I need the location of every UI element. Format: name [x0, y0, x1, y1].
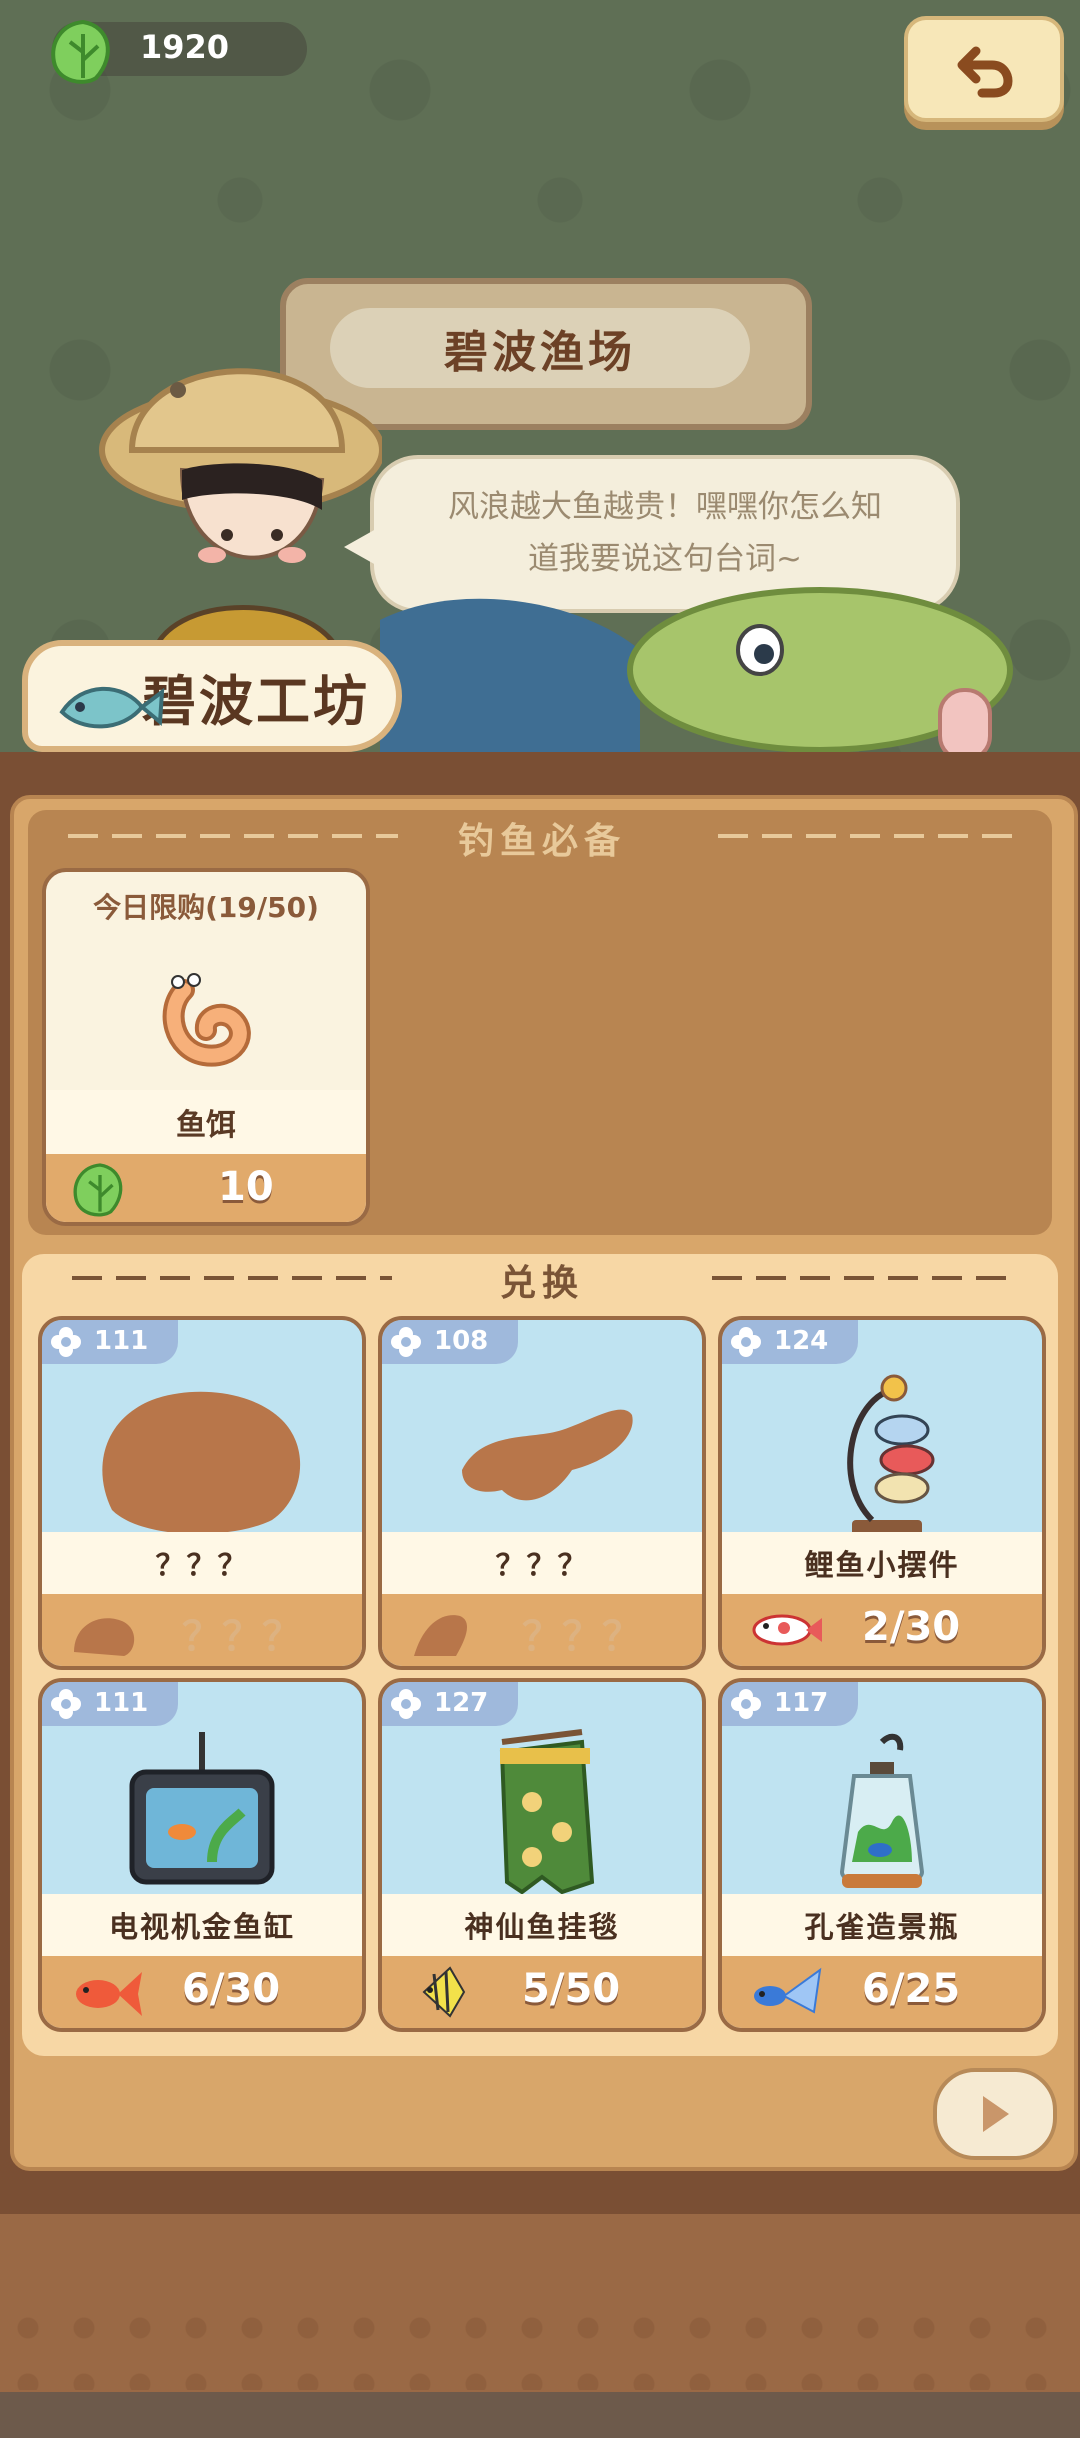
item-progress: 6/30 [182, 1966, 281, 2012]
badge-number: 127 [434, 1688, 489, 1718]
exchange-section-title: 兑换 [500, 1263, 585, 1304]
badge-number: 111 [94, 1326, 149, 1356]
bait-worm-icon [162, 973, 251, 1067]
bait-price-bar: 10 [46, 1154, 366, 1222]
item-progress-bar: ？？？ [42, 1594, 362, 1666]
fish-decoration [380, 587, 1013, 760]
silhouette-icon [74, 1618, 135, 1656]
flower-icon [51, 1689, 81, 1719]
section-divider [68, 834, 398, 838]
koi-ornament-image [847, 1374, 935, 1536]
bait-shop-item[interactable]: 今日限购(19/50) 鱼饵 10 [42, 868, 370, 1226]
shop-name-sign: 碧波工坊 [22, 640, 402, 752]
item-name: 电视机金鱼缸 [42, 1894, 362, 1956]
badge: 108 [382, 1320, 518, 1364]
fish-hook-icon [59, 686, 165, 729]
item-progress: 2/30 [862, 1604, 961, 1650]
section-divider [718, 834, 1018, 838]
currency-amount: 1920 [140, 28, 230, 66]
flower-icon [51, 1327, 81, 1357]
badge: 111 [42, 1682, 178, 1726]
item-progress: ？？？ [522, 1614, 642, 1660]
fisherman-npc-avatar [99, 368, 382, 660]
guppy-terrarium-image [839, 1733, 925, 1888]
item-name: 神仙鱼挂毯 [382, 1894, 702, 1956]
flower-icon [731, 1327, 761, 1357]
angelfish-icon [422, 1966, 466, 2018]
guppy-icon [754, 1967, 822, 2014]
leaf-icon [73, 1163, 123, 1217]
play-arrow-icon [983, 2096, 1009, 2132]
exchange-item-card[interactable]: 111 电视机金鱼缸 6/30 [38, 1678, 366, 2032]
item-name: ？？？ [42, 1532, 362, 1594]
scene-background: 1920 碧波渔场 风浪越大鱼越贵！嘿嘿你怎么知 道我要说这句台词~ 碧波工坊 [0, 0, 1080, 760]
back-button[interactable] [904, 16, 1064, 122]
item-progress-bar: 2/30 [722, 1594, 1042, 1666]
item-name: 孔雀造景瓶 [722, 1894, 1042, 1956]
bait-name: 鱼饵 [46, 1090, 366, 1154]
badge-number: 108 [434, 1326, 489, 1356]
item-progress-bar: ？？？ [382, 1594, 702, 1666]
essentials-section-title: 钓鱼必备 [458, 821, 627, 862]
floor-strip [0, 2392, 1080, 2438]
section-divider [712, 1276, 1012, 1280]
back-arrow-icon [957, 46, 1013, 98]
section-divider [72, 1276, 392, 1280]
item-progress: 6/25 [862, 1966, 961, 2012]
item-name: ？？？ [382, 1532, 702, 1594]
exchange-item-card[interactable]: 127 神仙鱼挂毯 5/50 [378, 1678, 706, 2032]
daily-limit-label: 今日限购(19/50) [93, 891, 319, 924]
leaf-icon [51, 19, 110, 84]
badge: 111 [42, 1320, 178, 1364]
flower-icon [731, 1689, 761, 1719]
badge: 124 [722, 1320, 858, 1364]
next-page-button[interactable] [933, 2068, 1057, 2160]
badge: 117 [722, 1682, 858, 1726]
locked-item-silhouette [102, 1391, 301, 1534]
koi-fish-icon [752, 1614, 822, 1646]
flower-icon [391, 1327, 421, 1357]
item-progress: 5/50 [522, 1966, 621, 2012]
badge-number: 117 [774, 1688, 829, 1718]
exchange-item-card[interactable]: 111 ？？？ ？？？ [38, 1316, 366, 1670]
badge-number: 124 [774, 1326, 829, 1356]
exchange-item-card[interactable]: 108 ？？？ ？？？ [378, 1316, 706, 1670]
shop-name-text: 碧波工坊 [142, 669, 370, 733]
bait-price: 10 [218, 1164, 274, 1210]
badge: 127 [382, 1682, 518, 1726]
item-progress: ？？？ [182, 1614, 302, 1660]
tv-fish-tank-image [129, 1732, 275, 1885]
exchange-item-card[interactable]: 117 孔雀造景瓶 6/25 [718, 1678, 1046, 2032]
locked-item-silhouette [462, 1409, 633, 1501]
flower-icon [391, 1689, 421, 1719]
npc-dialogue-line-1: 风浪越大鱼越贵！嘿嘿你怎么知 [448, 489, 882, 525]
angelfish-tapestry-image [499, 1729, 595, 1895]
item-progress-bar: 5/50 [382, 1956, 702, 2028]
floor-pattern [0, 2300, 1080, 2390]
silhouette-icon [414, 1615, 468, 1656]
badge-number: 111 [94, 1688, 149, 1718]
location-title: 碧波渔场 [330, 308, 750, 388]
exchange-item-card[interactable]: 124 鲤鱼小摆件 2/30 [718, 1316, 1046, 1670]
goldfish-icon [76, 1972, 142, 2016]
item-name: 鲤鱼小摆件 [722, 1532, 1042, 1594]
item-progress-bar: 6/30 [42, 1956, 362, 2028]
item-progress-bar: 6/25 [722, 1956, 1042, 2028]
